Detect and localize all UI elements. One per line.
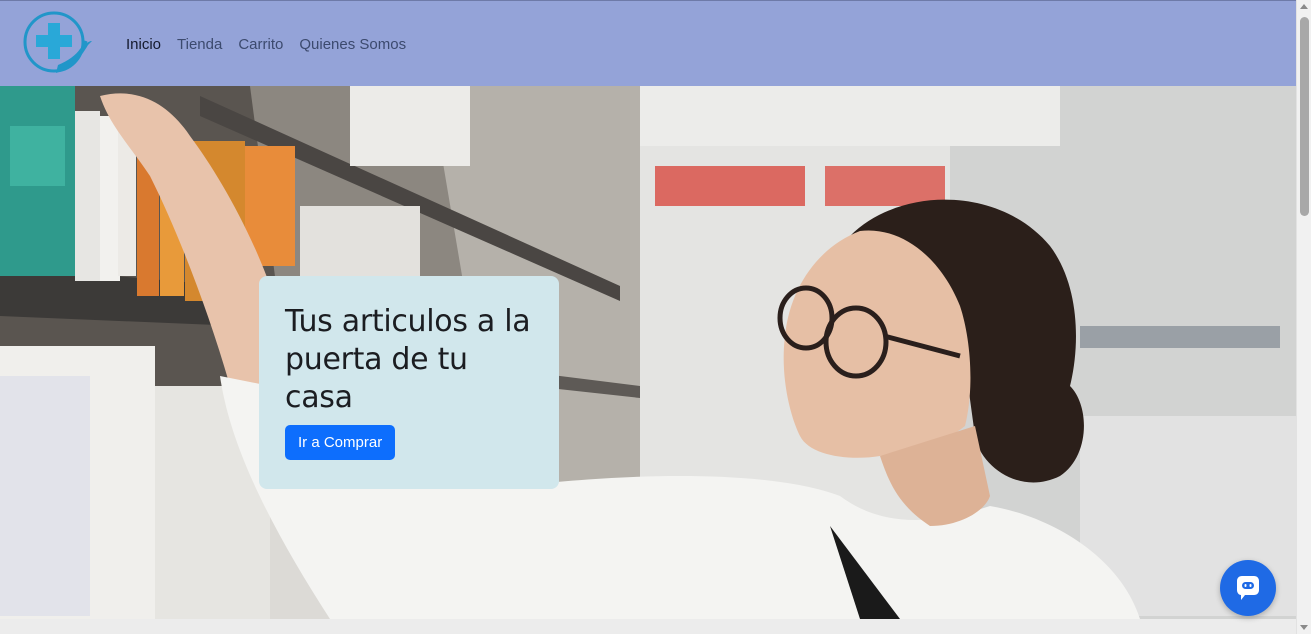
scroll-thumb[interactable] <box>1300 17 1309 216</box>
page: Inicio Tienda Carrito Quienes Somos Tus … <box>0 0 1311 634</box>
scroll-up-arrow-icon[interactable] <box>1300 4 1308 9</box>
vertical-scrollbar[interactable] <box>1296 0 1311 634</box>
hero-card: Tus articulos a la puerta de tu casa Ir … <box>259 276 559 489</box>
nav-link-quienes-somos[interactable]: Quienes Somos <box>299 36 406 53</box>
nav-link-carrito[interactable]: Carrito <box>238 36 283 53</box>
page-bottom-strip <box>0 619 1296 634</box>
scroll-down-arrow-icon[interactable] <box>1300 625 1308 630</box>
pharmacy-logo-icon[interactable] <box>22 11 94 77</box>
chat-widget-button[interactable] <box>1220 560 1276 616</box>
hero-banner: Tus articulos a la puerta de tu casa Ir … <box>0 86 1296 619</box>
nav-link-tienda[interactable]: Tienda <box>177 36 222 53</box>
nav-links: Inicio Tienda Carrito Quienes Somos <box>126 36 406 53</box>
viewport: Inicio Tienda Carrito Quienes Somos Tus … <box>0 0 1296 634</box>
ir-a-comprar-button[interactable]: Ir a Comprar <box>285 425 396 460</box>
hero-background-image <box>0 86 1296 619</box>
navbar: Inicio Tienda Carrito Quienes Somos <box>0 0 1296 86</box>
chat-bot-icon <box>1237 576 1259 600</box>
hero-title: Tus articulos a la puerta de tu casa <box>285 304 531 415</box>
nav-link-inicio[interactable]: Inicio <box>126 36 161 53</box>
